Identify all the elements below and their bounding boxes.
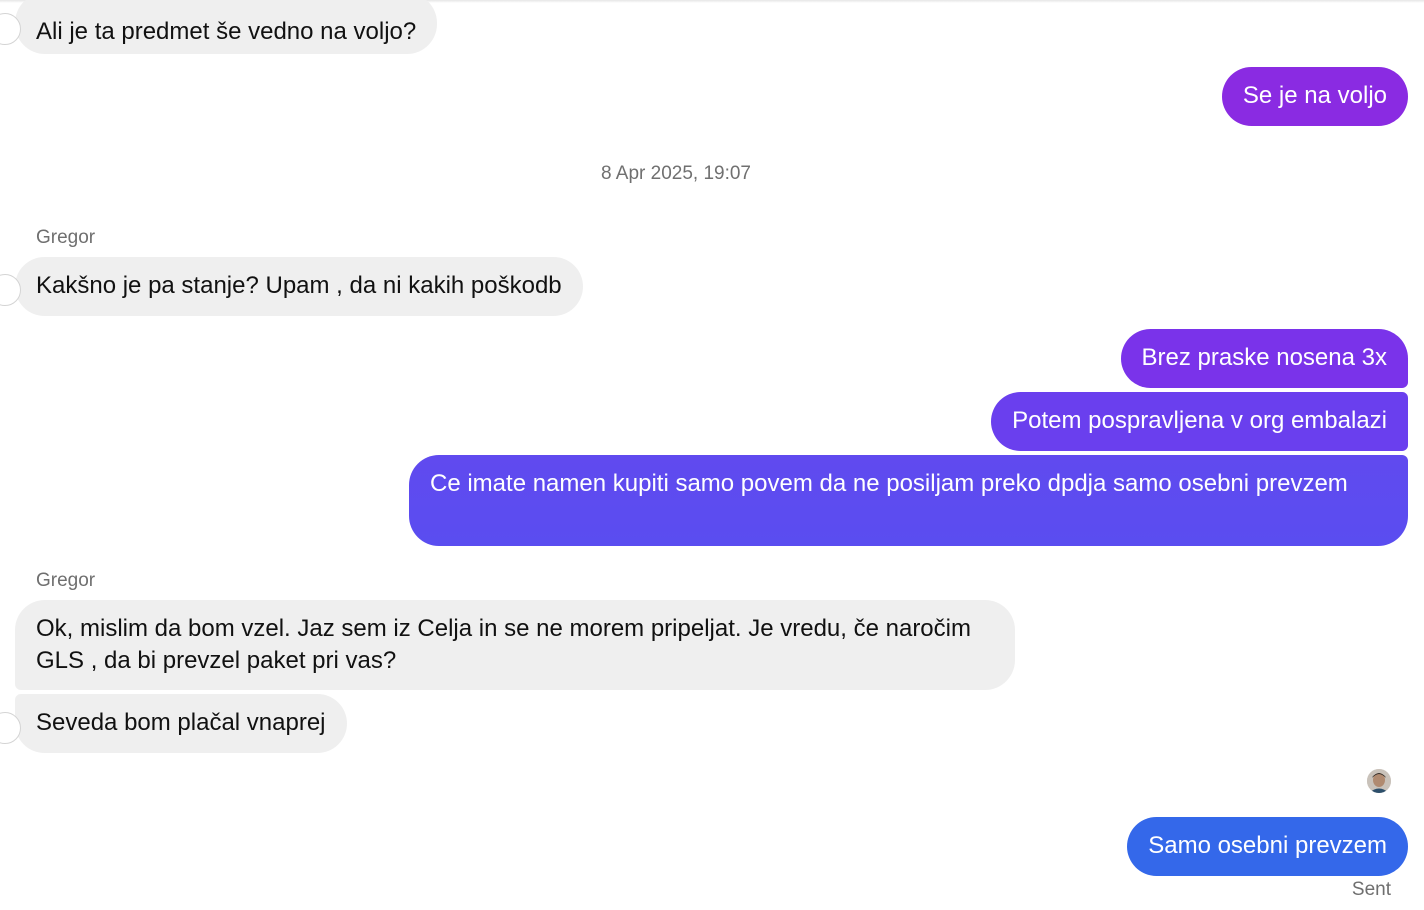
outgoing-message[interactable]: Brez praske nosena 3x [1120, 329, 1408, 388]
outgoing-message[interactable]: Samo osebni prevzem [1127, 817, 1408, 876]
sender-avatar-icon [0, 274, 21, 306]
message-text: Potem pospravljena v org embalazi [1012, 407, 1387, 434]
sender-avatar-icon [0, 712, 21, 744]
message-text: Se je na voljo [1242, 82, 1387, 109]
sender-name: Gregor [36, 570, 96, 591]
outgoing-message[interactable]: Se je na voljo [1221, 67, 1408, 126]
outgoing-message[interactable]: Ce imate namen kupiti samo povem da ne p… [409, 455, 1408, 546]
date-separator: 8 Apr 2025, 19:07 [600, 163, 751, 184]
incoming-message[interactable]: Seveda bom plačal vnaprej [0, 694, 347, 753]
message-text: Ali je ta predmet še vedno na voljo? [36, 18, 417, 45]
message-text: Ok, mislim da bom vzel. Jaz sem iz Celja… [36, 615, 971, 674]
message-thread: Ali je ta predmet še vedno na voljo? Se … [0, 0, 1424, 910]
incoming-message[interactable]: Kakšno je pa stanje? Upam , da ni kakih … [0, 257, 583, 316]
incoming-message[interactable]: Ok, mislim da bom vzel. Jaz sem iz Celja… [15, 600, 1015, 690]
message-text: Kakšno je pa stanje? Upam , da ni kakih … [36, 272, 562, 299]
sender-avatar-icon [0, 13, 21, 45]
user-avatar-icon [1367, 769, 1391, 793]
incoming-message[interactable]: Ali je ta predmet še vedno na voljo? [0, 0, 438, 54]
sender-name: Gregor [36, 227, 96, 248]
outgoing-message[interactable]: Potem pospravljena v org embalazi [991, 392, 1408, 451]
message-text: Ce imate namen kupiti samo povem da ne p… [430, 470, 1348, 497]
message-status: Sent [1351, 879, 1391, 900]
message-text: Brez praske nosena 3x [1141, 344, 1387, 371]
message-text: Seveda bom plačal vnaprej [36, 709, 326, 736]
message-text: Samo osebni prevzem [1148, 832, 1387, 859]
